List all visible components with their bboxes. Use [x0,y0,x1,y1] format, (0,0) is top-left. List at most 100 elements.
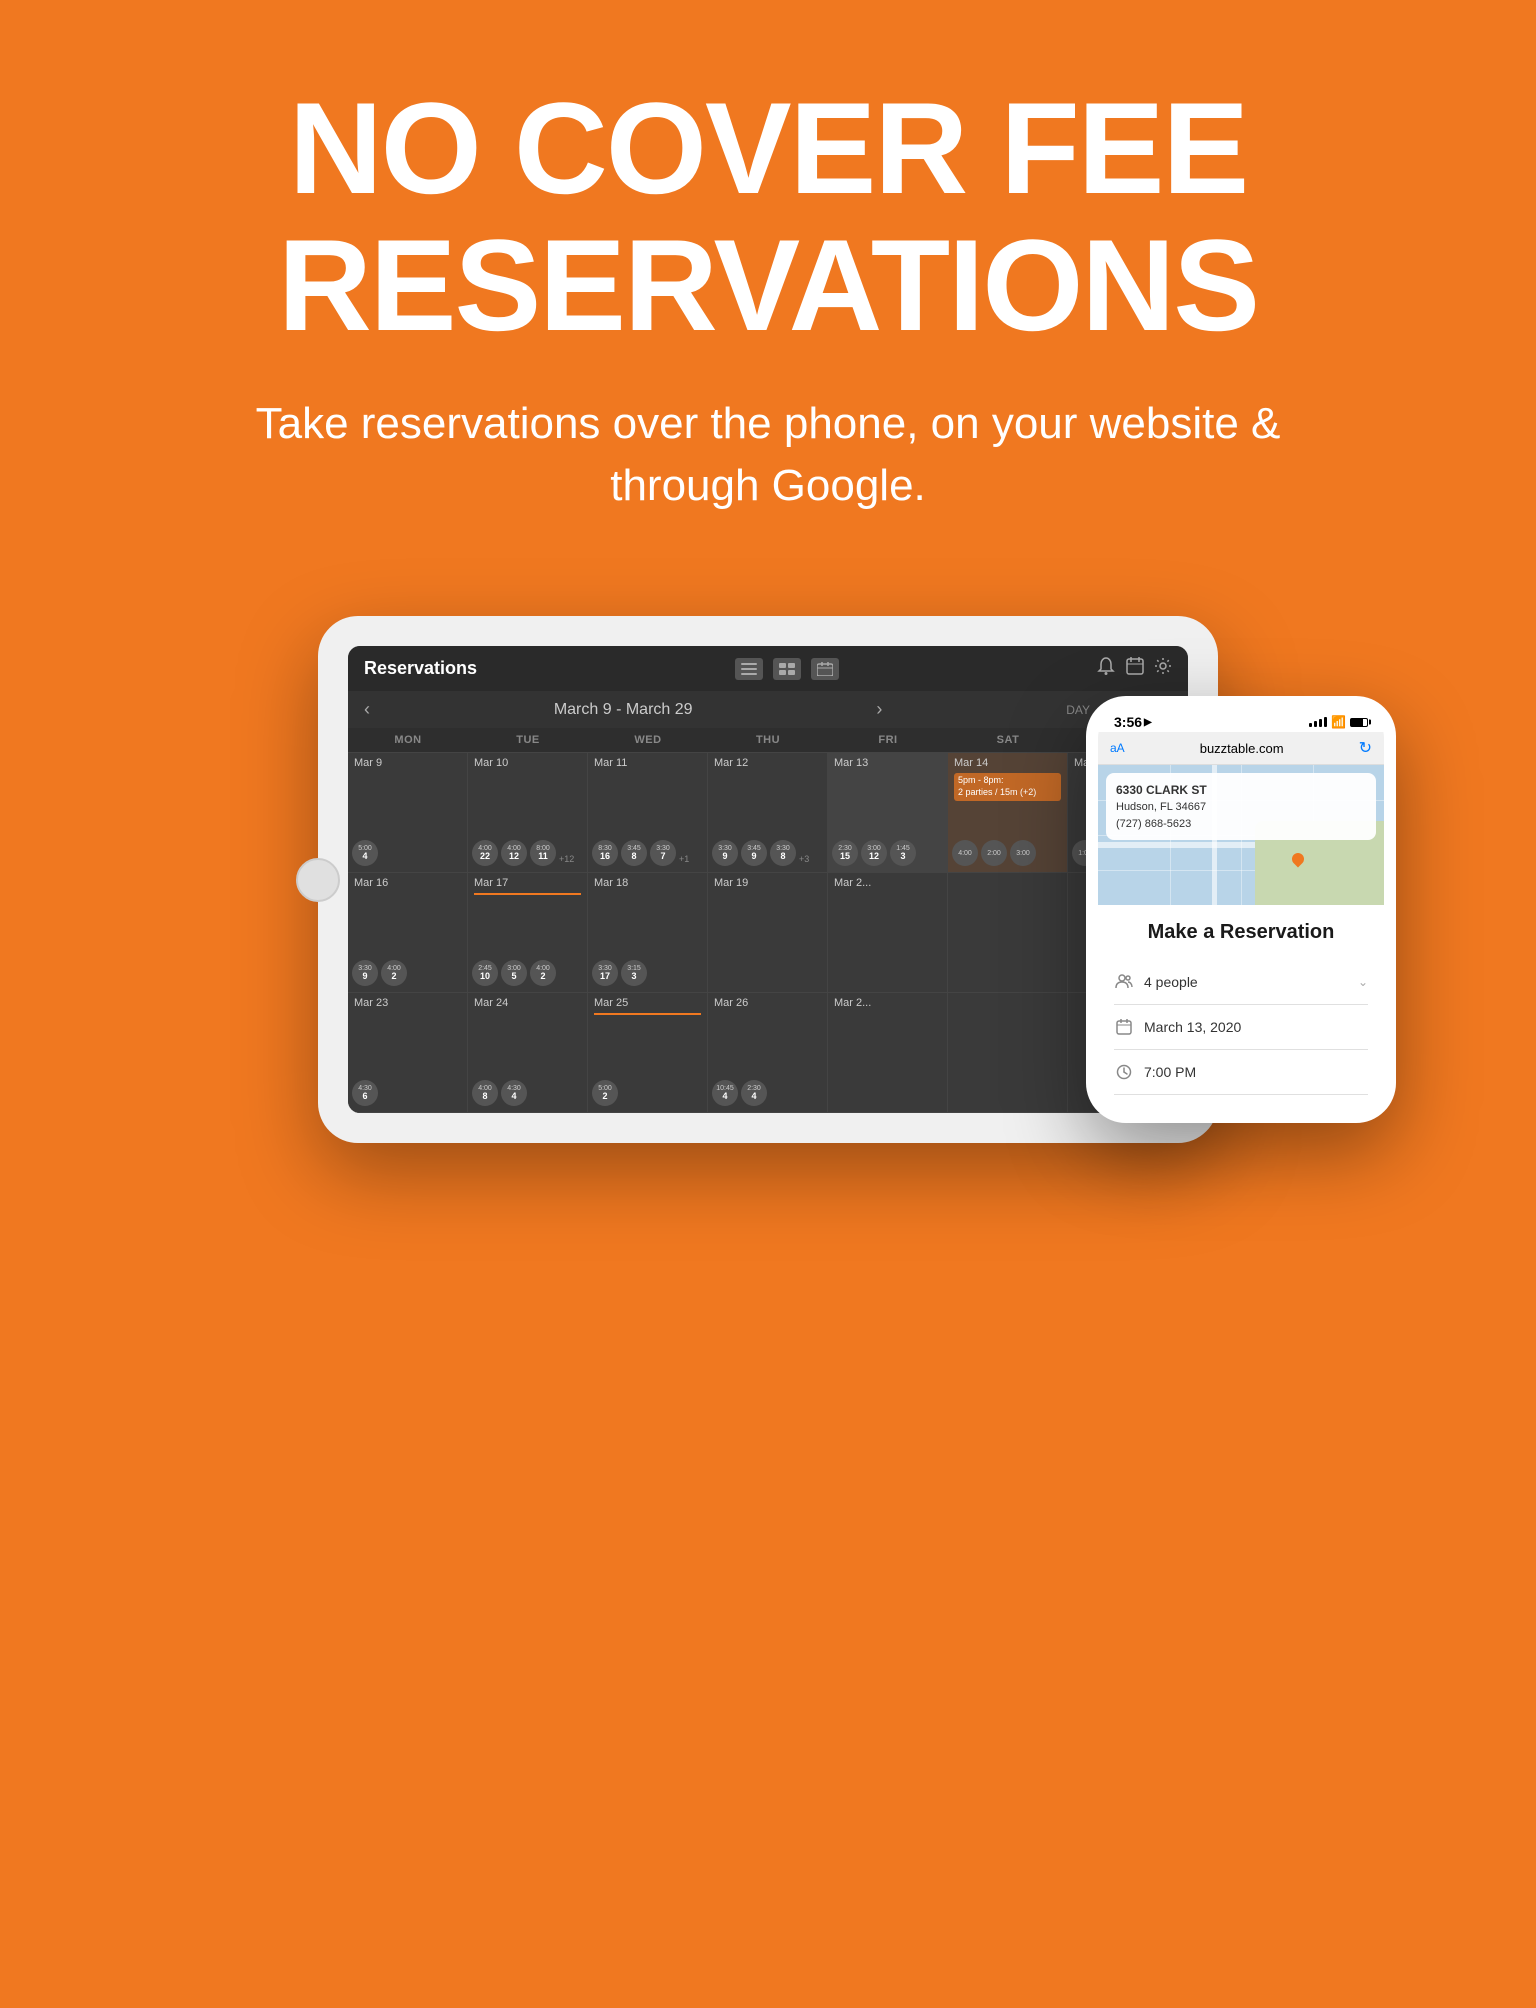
calendar-icon[interactable] [1126,657,1144,680]
date-range: March 9 - March 29 [554,701,693,719]
people-field[interactable]: 4 people ⌄ [1114,960,1368,1005]
cal-date: Mar 18 [594,877,701,889]
cal-mar23[interactable]: Mar 23 4:30 6 [348,993,468,1113]
battery-icon [1350,718,1368,727]
header-right-icons [1096,656,1172,681]
time-bubble: 8:00 11 [530,840,556,866]
cal-date: Mar 23 [354,997,461,1009]
time-bubble: 3:45 8 [621,840,647,866]
time-value: 7:00 PM [1144,1064,1368,1080]
cal-mar20[interactable]: Mar 2... [828,873,948,993]
time-bubble: 3:30 17 [592,960,618,986]
time-bubble: 3:30 7 [650,840,676,866]
cal-mar27[interactable]: Mar 2... [828,993,948,1113]
day-thu: THU [708,728,828,752]
time-bubble: 5:00 2 [592,1080,618,1106]
url-bar[interactable]: buzztable.com [1125,741,1359,756]
cal-date: Mar 14 [954,757,1061,769]
time-bubble: 5:00 4 [352,840,378,866]
cell-times: 5:00 2 [592,1080,703,1106]
address-overlay: 6330 CLARK ST Hudson, FL 34667 (727) 868… [1106,773,1376,840]
date-field[interactable]: March 13, 2020 [1114,1005,1368,1050]
notification-icon[interactable] [1096,656,1116,681]
plus-more: +1 [679,854,689,864]
iphone-frame: 3:56 ▶ 📶 aA [1086,696,1396,1123]
hero-title: NO COVER FEE RESERVATIONS [80,80,1456,353]
cal-date: Mar 10 [474,757,581,769]
time-bubble: 2:45 10 [472,960,498,986]
time-bubble: 3:00 12 [861,840,887,866]
phone-address: (727) 868-5623 [1116,816,1366,833]
time-bubble: 2:30 4 [741,1080,767,1106]
cal-mar14[interactable]: Mar 14 5pm - 8pm: 2 parties / 15m (+2) 4… [948,753,1068,873]
grid-view-icon[interactable] [773,658,801,680]
orange-dot [594,1013,701,1015]
app-header-icons [735,658,839,680]
time-bubble: 3:00 [1010,840,1036,866]
font-size-btn[interactable]: aA [1110,741,1125,755]
time-bubble: 2:00 [981,840,1007,866]
time-bubble: 10:45 4 [712,1080,738,1106]
clock-icon [1114,1062,1134,1082]
cal-event: 5pm - 8pm: 2 parties / 15m (+2) [954,773,1061,800]
calendar-view-icon[interactable] [811,658,839,680]
cell-times: 5:00 4 [352,840,463,866]
time-bubble: 4:00 [952,840,978,866]
cal-mar24[interactable]: Mar 24 4:00 8 4:30 4 [468,993,588,1113]
cal-mar18[interactable]: Mar 18 3:30 17 3:15 3 [588,873,708,993]
cell-times: 3:30 9 3:45 9 3:30 8 +3 [712,840,823,866]
cal-mar19[interactable]: Mar 19 [708,873,828,993]
time-bubble: 2:30 15 [832,840,858,866]
cal-date: Mar 26 [714,997,821,1009]
cal-mar12[interactable]: Mar 12 3:30 9 3:45 9 3:30 8 [708,753,828,873]
list-view-icon[interactable] [735,658,763,680]
ipad-screen: Reservations [348,646,1188,1113]
orange-dot [474,893,581,895]
hero-section: NO COVER FEE RESERVATIONS Take reservati… [0,0,1536,616]
ipad-home-button[interactable] [296,858,340,902]
time-bubble: 1:45 3 [890,840,916,866]
reservation-form: Make a Reservation 4 people ⌄ [1098,905,1384,1111]
time-bubble: 4:00 2 [381,960,407,986]
cal-mar13[interactable]: Mar 13 2:30 15 3:00 12 1:45 3 [828,753,948,873]
calendar-grid-row2: Mar 16 3:30 9 4:00 2 Mar 17 [348,873,1188,993]
iphone-map: 6330 CLARK ST Hudson, FL 34667 (727) 868… [1098,765,1384,905]
time-bubble: 3:30 9 [712,840,738,866]
nav-bar: ‹ March 9 - March 29 › DAY UPCOMING [348,691,1188,728]
day-wed: WED [588,728,708,752]
cell-times: 10:45 4 2:30 4 [712,1080,823,1106]
time-field[interactable]: 7:00 PM [1114,1050,1368,1095]
refresh-btn[interactable]: ↻ [1359,738,1372,758]
prev-arrow[interactable]: ‹ [364,699,370,720]
time-bubble: 4:30 4 [501,1080,527,1106]
cal-mar11[interactable]: Mar 11 8:30 16 3:45 8 3:30 7 [588,753,708,873]
iphone-clock: 3:56 [1114,714,1142,730]
iphone-status-bar: 3:56 ▶ 📶 [1098,708,1384,732]
cal-date: Mar 13 [834,757,941,769]
time-bubble: 3:30 9 [352,960,378,986]
time-bubble: 4:00 2 [530,960,556,986]
cal-date: Mar 24 [474,997,581,1009]
cell-times: 4:00 22 4:00 12 8:00 11 +12 [472,840,583,866]
time-bubble: 3:45 9 [741,840,767,866]
day-view-btn[interactable]: DAY [1066,703,1090,717]
cal-mar16[interactable]: Mar 16 3:30 9 4:00 2 [348,873,468,993]
settings-icon[interactable] [1154,657,1172,680]
cal-mar26[interactable]: Mar 26 10:45 4 2:30 4 [708,993,828,1113]
time-bubble: 4:30 6 [352,1080,378,1106]
wifi-icon: 📶 [1331,715,1346,729]
cal-date: Mar 9 [354,757,461,769]
ipad-frame: Reservations [318,616,1218,1143]
city-address: Hudson, FL 34667 [1116,799,1366,816]
next-arrow[interactable]: › [876,699,882,720]
cal-mar17[interactable]: Mar 17 2:45 10 3:00 5 4:00 2 [468,873,588,993]
cal-mar25[interactable]: Mar 25 5:00 2 [588,993,708,1113]
cal-mar9[interactable]: Mar 9 5:00 4 [348,753,468,873]
cal-mar10[interactable]: Mar 10 4:00 22 4:00 12 8:00 11 [468,753,588,873]
signal-bars [1309,717,1327,727]
status-icons: 📶 [1309,715,1368,729]
date-value: March 13, 2020 [1144,1019,1368,1035]
reservation-title: Make a Reservation [1114,921,1368,944]
cell-times: 8:30 16 3:45 8 3:30 7 +1 [592,840,703,866]
plus-more: +3 [799,854,809,864]
